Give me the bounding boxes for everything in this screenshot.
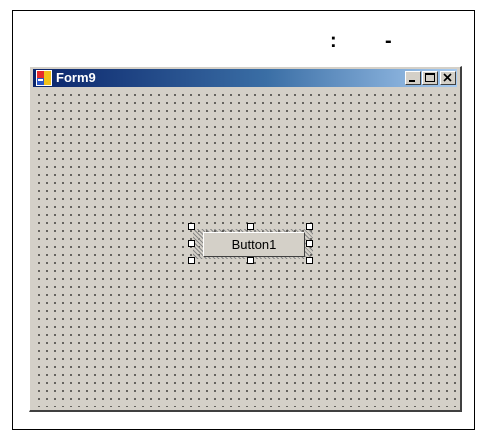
- resize-handle-left[interactable]: [188, 240, 195, 247]
- resize-handle-right[interactable]: [306, 240, 313, 247]
- resize-handle-top-right[interactable]: [306, 223, 313, 230]
- form-design-surface[interactable]: Button1: [33, 89, 457, 407]
- resize-handle-top-left[interactable]: [188, 223, 195, 230]
- caption-colon: :: [330, 30, 337, 52]
- form-app-icon[interactable]: [36, 70, 52, 86]
- caption-dash: -: [385, 30, 392, 52]
- resize-handle-top[interactable]: [247, 223, 254, 230]
- resize-handle-bottom-left[interactable]: [188, 257, 195, 264]
- close-icon[interactable]: [440, 71, 456, 85]
- maximize-icon[interactable]: [422, 71, 438, 85]
- title-bar[interactable]: Form9: [33, 69, 457, 87]
- minimize-icon[interactable]: [405, 71, 421, 85]
- form-window[interactable]: Form9 Button1: [29, 66, 462, 412]
- window-title: Form9: [56, 70, 96, 85]
- button1[interactable]: Button1: [203, 232, 305, 257]
- resize-handle-bottom-right[interactable]: [306, 257, 313, 264]
- resize-handle-bottom[interactable]: [247, 257, 254, 264]
